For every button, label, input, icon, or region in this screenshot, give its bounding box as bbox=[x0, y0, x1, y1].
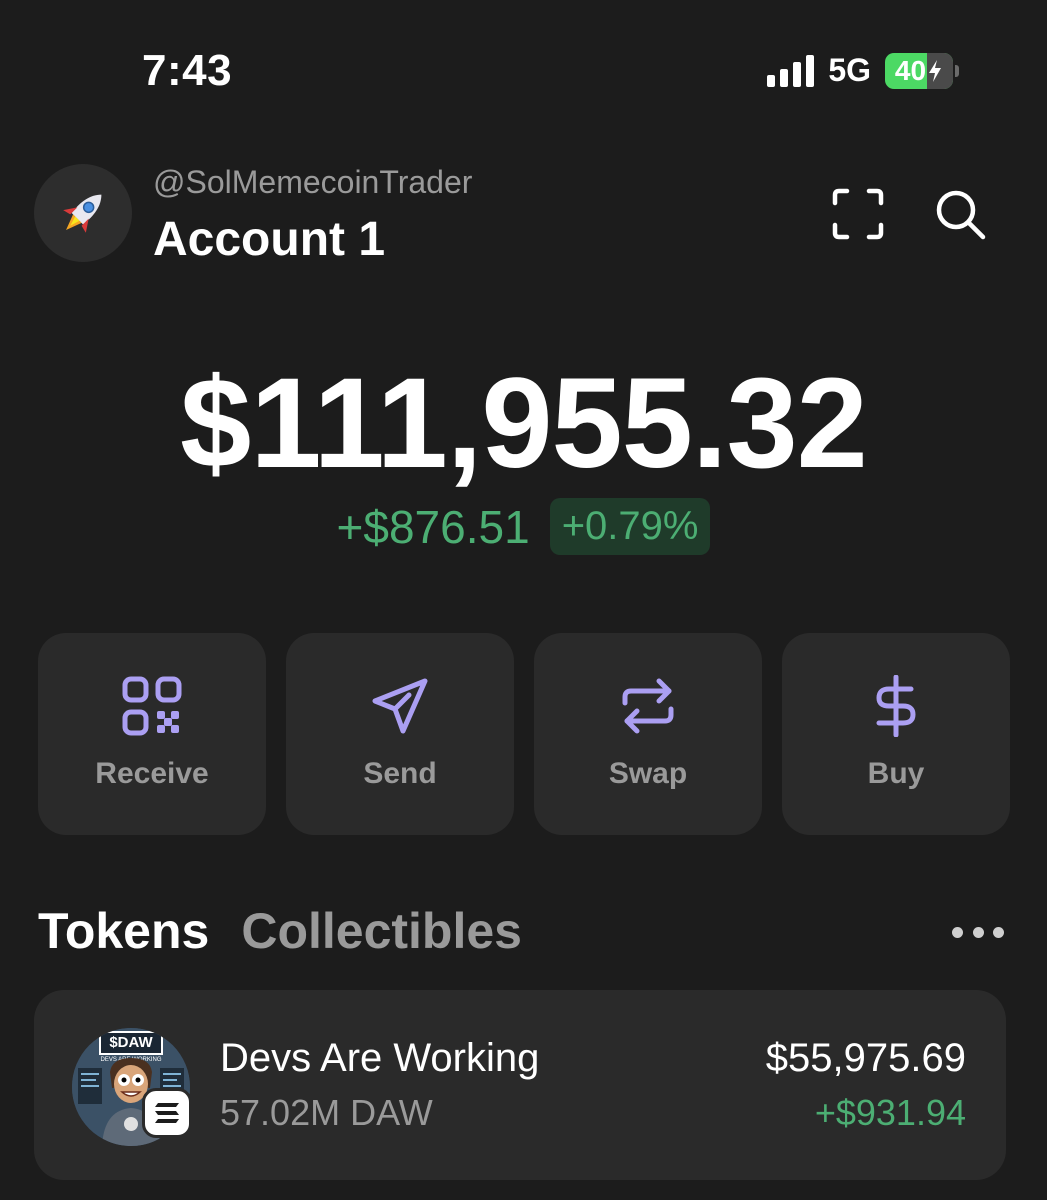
tab-collectibles[interactable]: Collectibles bbox=[241, 902, 522, 960]
solana-icon bbox=[142, 1088, 192, 1138]
receive-button[interactable]: Receive bbox=[38, 633, 266, 835]
send-label: Send bbox=[363, 757, 437, 790]
account-name[interactable]: Account 1 bbox=[153, 212, 385, 267]
send-icon bbox=[372, 678, 428, 734]
battery-level: 40 bbox=[894, 54, 927, 86]
token-row[interactable]: $DAW DEVS ARE WORKING Devs Are Working bbox=[34, 990, 1006, 1180]
buy-button[interactable]: Buy bbox=[782, 633, 1010, 835]
scan-icon bbox=[832, 188, 884, 240]
account-handle[interactable]: @SolMemecoinTrader bbox=[153, 164, 472, 201]
scan-button[interactable] bbox=[826, 182, 890, 246]
balance-change: +$876.51 +0.79% bbox=[0, 498, 1047, 555]
token-name: Devs Are Working bbox=[220, 1036, 540, 1080]
status-time: 7:43 bbox=[142, 46, 233, 95]
network-type: 5G bbox=[828, 52, 871, 88]
wallet-screen: 7:43 5G 40 @SolMemecoinTrader Account 1 … bbox=[0, 0, 1047, 1200]
token-value: $55,975.69 bbox=[765, 1036, 966, 1080]
status-indicators: 5G 40 bbox=[767, 52, 959, 89]
dollar-icon bbox=[876, 675, 916, 737]
swap-button[interactable]: Swap bbox=[534, 633, 762, 835]
rocket-icon bbox=[63, 194, 102, 233]
account-avatar[interactable] bbox=[34, 164, 132, 262]
change-amount: +$876.51 bbox=[336, 500, 530, 553]
token-image-caption: $DAW bbox=[109, 1034, 153, 1051]
more-icon[interactable] bbox=[952, 918, 1004, 946]
search-icon bbox=[936, 190, 986, 240]
swap-label: Swap bbox=[608, 757, 688, 790]
search-button[interactable] bbox=[928, 182, 992, 246]
total-balance: $111,955.32 bbox=[180, 352, 868, 495]
swap-icon bbox=[622, 678, 674, 734]
battery-icon: 40 bbox=[885, 52, 959, 89]
token-change: +$931.94 bbox=[814, 1092, 966, 1133]
charging-bolt-icon bbox=[929, 59, 942, 82]
signal-icon bbox=[767, 54, 815, 87]
token-amount: 57.02M DAW bbox=[220, 1092, 433, 1133]
change-percent-badge: +0.79% bbox=[549, 498, 711, 555]
tab-tokens[interactable]: Tokens bbox=[38, 902, 209, 960]
buy-label: Buy bbox=[867, 757, 925, 790]
action-buttons: Receive Send Swap Buy bbox=[38, 633, 1010, 835]
account-header: @SolMemecoinTrader Account 1 bbox=[0, 160, 1047, 280]
receive-label: Receive bbox=[95, 757, 209, 790]
send-button[interactable]: Send bbox=[286, 633, 514, 835]
asset-tabs: Tokens Collectibles bbox=[38, 902, 522, 960]
qr-code-icon bbox=[122, 676, 182, 736]
